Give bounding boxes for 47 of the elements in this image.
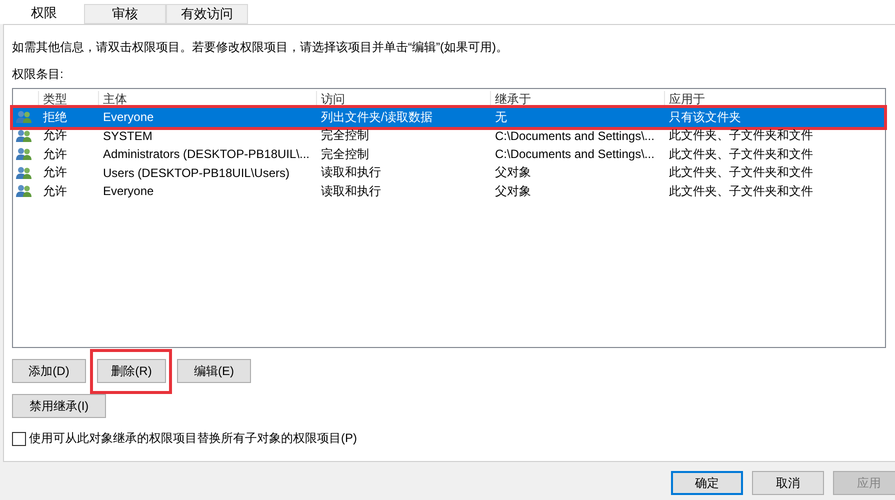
table-cell-text: Everyone xyxy=(102,110,155,124)
table-cell-text: SYSTEM xyxy=(102,128,154,143)
permission-row[interactable]: 拒绝 Everyone 列出文件夹/读取数据 无 只有该文件夹 xyxy=(13,108,885,126)
permission-row[interactable]: 允许 Administrators (DESKTOP-PB18UIL\... 完全控制 C:\Documents and Settings\... 此文件夹、子文件夹和文件 xyxy=(13,145,885,164)
table-cell-text: C:\Documents and Settings\... xyxy=(494,128,656,143)
dialog-button[interactable]: 取消 xyxy=(752,471,824,495)
table-cell-text: Everyone xyxy=(102,184,155,198)
checkbox-label: 使用可从此对象继承的权限项目替换所有子对象的权限项目(P) xyxy=(29,430,357,447)
table-cell-text: 允许 xyxy=(42,164,68,182)
permission-row[interactable]: 允许 Everyone 读取和执行 父对象 此文件夹、子文件夹和文件 xyxy=(13,182,885,200)
entry-button[interactable]: 编辑(E) xyxy=(177,359,251,383)
disable-inheritance-button[interactable]: 禁用继承(I) xyxy=(12,394,106,418)
table-cell-text: Administrators (DESKTOP-PB18UIL\... xyxy=(102,147,311,162)
table-cell-text: 读取和执行 xyxy=(320,164,382,182)
permission-row[interactable]: 允许 SYSTEM 完全控制 C:\Documents and Settings\... 此文件夹、子文件夹和文件 xyxy=(13,126,885,145)
tab[interactable]: 审核 xyxy=(84,4,166,24)
dialog-button[interactable]: 确定 xyxy=(671,471,743,495)
table-cell-text: Users (DESKTOP-PB18UIL\Users) xyxy=(102,166,290,180)
table-cell-text: 完全控制 xyxy=(320,146,370,163)
tab[interactable]: 有效访问 xyxy=(166,4,248,24)
table-cell-text: C:\Documents and Settings\... xyxy=(494,147,656,162)
table-cell-text: 读取和执行 xyxy=(320,182,382,200)
table-cell-text: 允许 xyxy=(42,146,68,163)
users-icon xyxy=(16,128,32,143)
users-icon xyxy=(16,184,32,198)
info-text: 如需其他信息，请双击权限项目。若要修改权限项目，请选择该项目并单击“编辑”(如果可用)。 xyxy=(12,39,509,56)
table-cell-text: 完全控制 xyxy=(320,127,370,144)
table-cell-text: 此文件夹、子文件夹和文件 xyxy=(668,164,814,182)
table-cell-text: 允许 xyxy=(42,127,68,144)
users-icon xyxy=(16,166,32,180)
permission-row[interactable]: 允许 Users (DESKTOP-PB18UIL\Users) 读取和执行 父对象 此文件夹、子文件夹和文件 xyxy=(13,164,885,182)
table-cell-text: 允许 xyxy=(42,182,68,200)
entry-button[interactable]: 删除(R) xyxy=(97,359,166,383)
table-cell-text: 列出文件夹/读取数据 xyxy=(320,108,434,126)
entry-button[interactable]: 添加(D) xyxy=(12,359,86,383)
table-cell-text: 拒绝 xyxy=(42,108,68,126)
table-cell-text: 父对象 xyxy=(494,164,532,182)
table-cell-text: 只有该文件夹 xyxy=(668,108,742,126)
table-cell-text: 此文件夹、子文件夹和文件 xyxy=(668,182,814,200)
table-cell-text: 此文件夹、子文件夹和文件 xyxy=(668,146,814,163)
users-icon xyxy=(16,147,32,162)
list-label: 权限条目: xyxy=(12,66,64,83)
table-cell-text: 无 xyxy=(494,108,508,126)
users-icon xyxy=(16,110,32,124)
table-cell-text: 此文件夹、子文件夹和文件 xyxy=(668,127,814,144)
checkbox[interactable] xyxy=(12,432,26,446)
table-cell-text: 父对象 xyxy=(494,182,532,200)
